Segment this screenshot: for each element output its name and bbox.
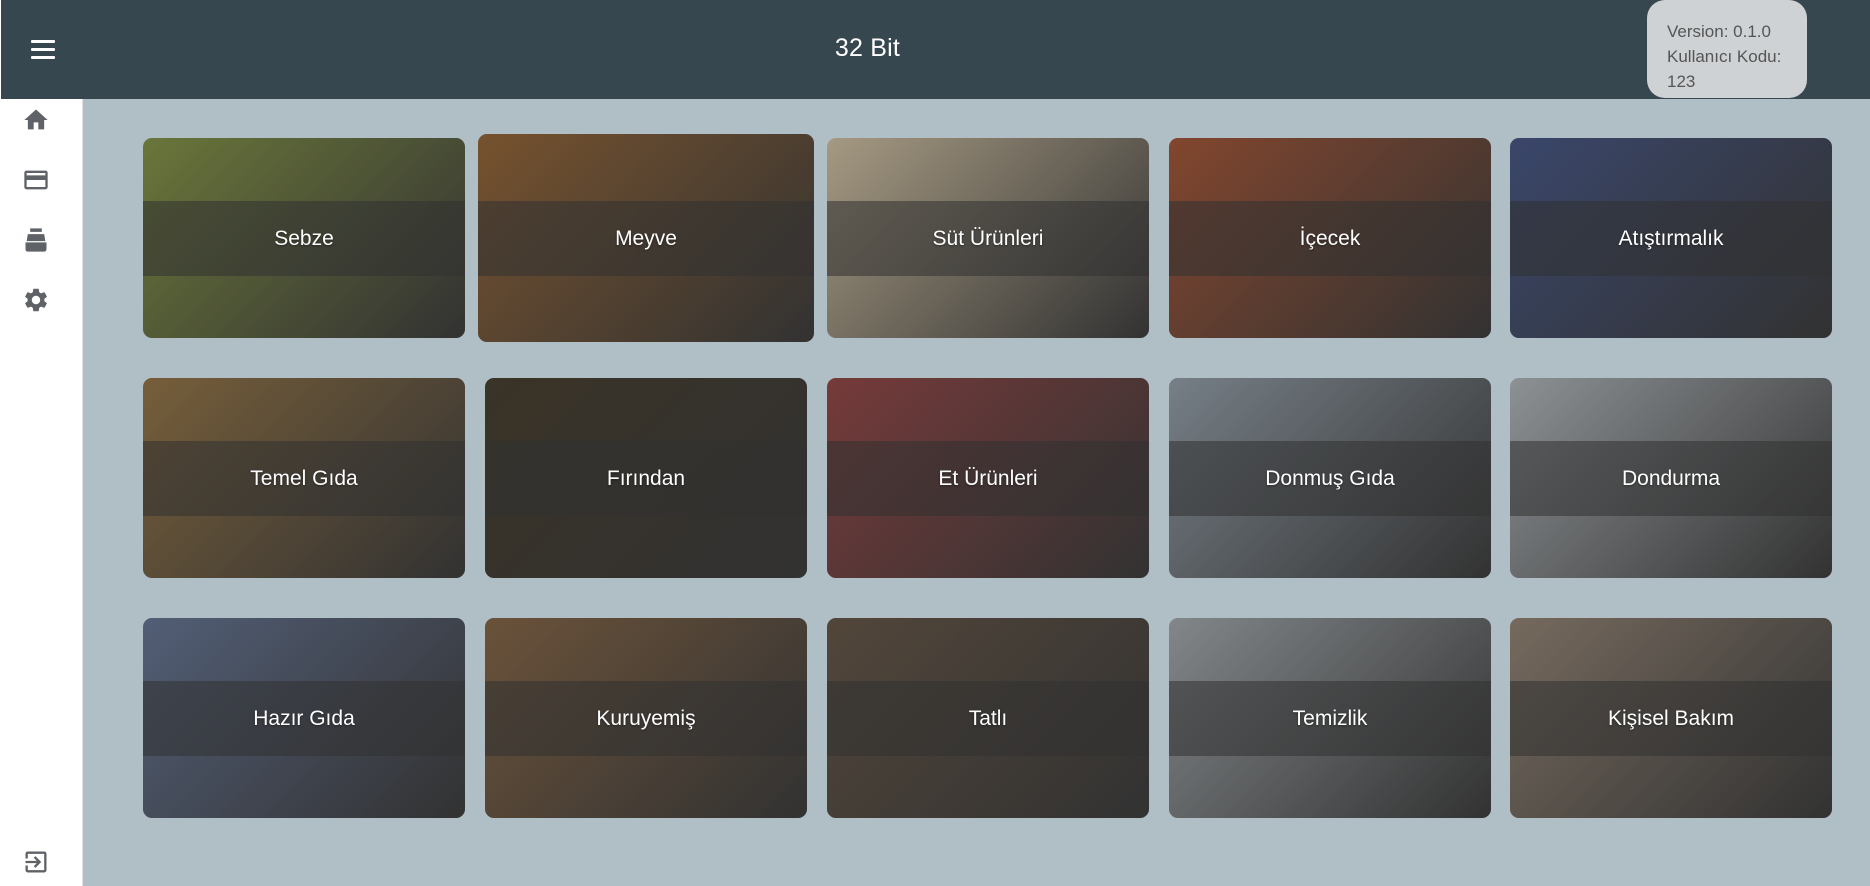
category-label: Fırından: [606, 466, 686, 490]
category-tile[interactable]: Hazır Gıda: [143, 618, 465, 818]
logout-icon[interactable]: [20, 846, 52, 878]
gear-icon[interactable]: [20, 284, 52, 316]
category-label: İçecek: [1299, 226, 1361, 250]
category-tile[interactable]: Temizlik: [1169, 618, 1491, 818]
category-label: Et Ürünleri: [938, 466, 1038, 490]
category-label: Dondurma: [1621, 466, 1721, 490]
category-tile[interactable]: İçecek: [1169, 138, 1491, 338]
category-label: Kuruyemiş: [596, 706, 696, 730]
category-grid: Sebze Meyve Süt Ürünleri İçecek Atıştırmalık…: [83, 99, 1870, 886]
credit-card-icon[interactable]: [20, 164, 52, 196]
app-root: 32 Bit Version: 0.1.0 Kullanıcı Kodu: 12…: [0, 0, 1870, 886]
home-icon[interactable]: [20, 104, 52, 136]
category-tile[interactable]: Tatlı: [827, 618, 1149, 818]
category-tile[interactable]: Meyve: [478, 134, 814, 342]
category-tile[interactable]: Süt Ürünleri: [827, 138, 1149, 338]
category-label: Sebze: [274, 226, 334, 250]
category-label: Kişisel Bakım: [1607, 706, 1735, 730]
category-label: Hazır Gıda: [253, 706, 355, 730]
category-tile[interactable]: Fırından: [485, 378, 807, 578]
category-label: Donmuş Gıda: [1265, 466, 1395, 490]
category-tile[interactable]: Sebze: [143, 138, 465, 338]
category-label: Temizlik: [1292, 706, 1368, 730]
user-code-text: Kullanıcı Kodu: 123: [1667, 47, 1782, 91]
top-bar: 32 Bit Version: 0.1.0 Kullanıcı Kodu: 12…: [1, 0, 1870, 99]
category-tile[interactable]: Donmuş Gıda: [1169, 378, 1491, 578]
category-label: Tatlı: [968, 706, 1008, 730]
app-title: 32 Bit: [834, 34, 901, 62]
category-tile[interactable]: Dondurma: [1510, 378, 1832, 578]
category-label: Meyve: [615, 226, 677, 250]
category-tile[interactable]: Kuruyemiş: [485, 618, 807, 818]
version-text: Version: 0.1.0: [1667, 22, 1771, 41]
category-tile[interactable]: Et Ürünleri: [827, 378, 1149, 578]
version-info-box: Version: 0.1.0 Kullanıcı Kodu: 123: [1647, 0, 1807, 98]
category-label: Atıştırmalık: [1618, 226, 1724, 250]
category-label: Süt Ürünleri: [932, 226, 1044, 250]
category-tile[interactable]: Kişisel Bakım: [1510, 618, 1832, 818]
category-label: Temel Gıda: [250, 466, 358, 490]
category-tile[interactable]: Atıştırmalık: [1510, 138, 1832, 338]
cash-register-icon[interactable]: [20, 224, 52, 256]
sidebar: [0, 99, 83, 886]
category-tile[interactable]: Temel Gıda: [143, 378, 465, 578]
